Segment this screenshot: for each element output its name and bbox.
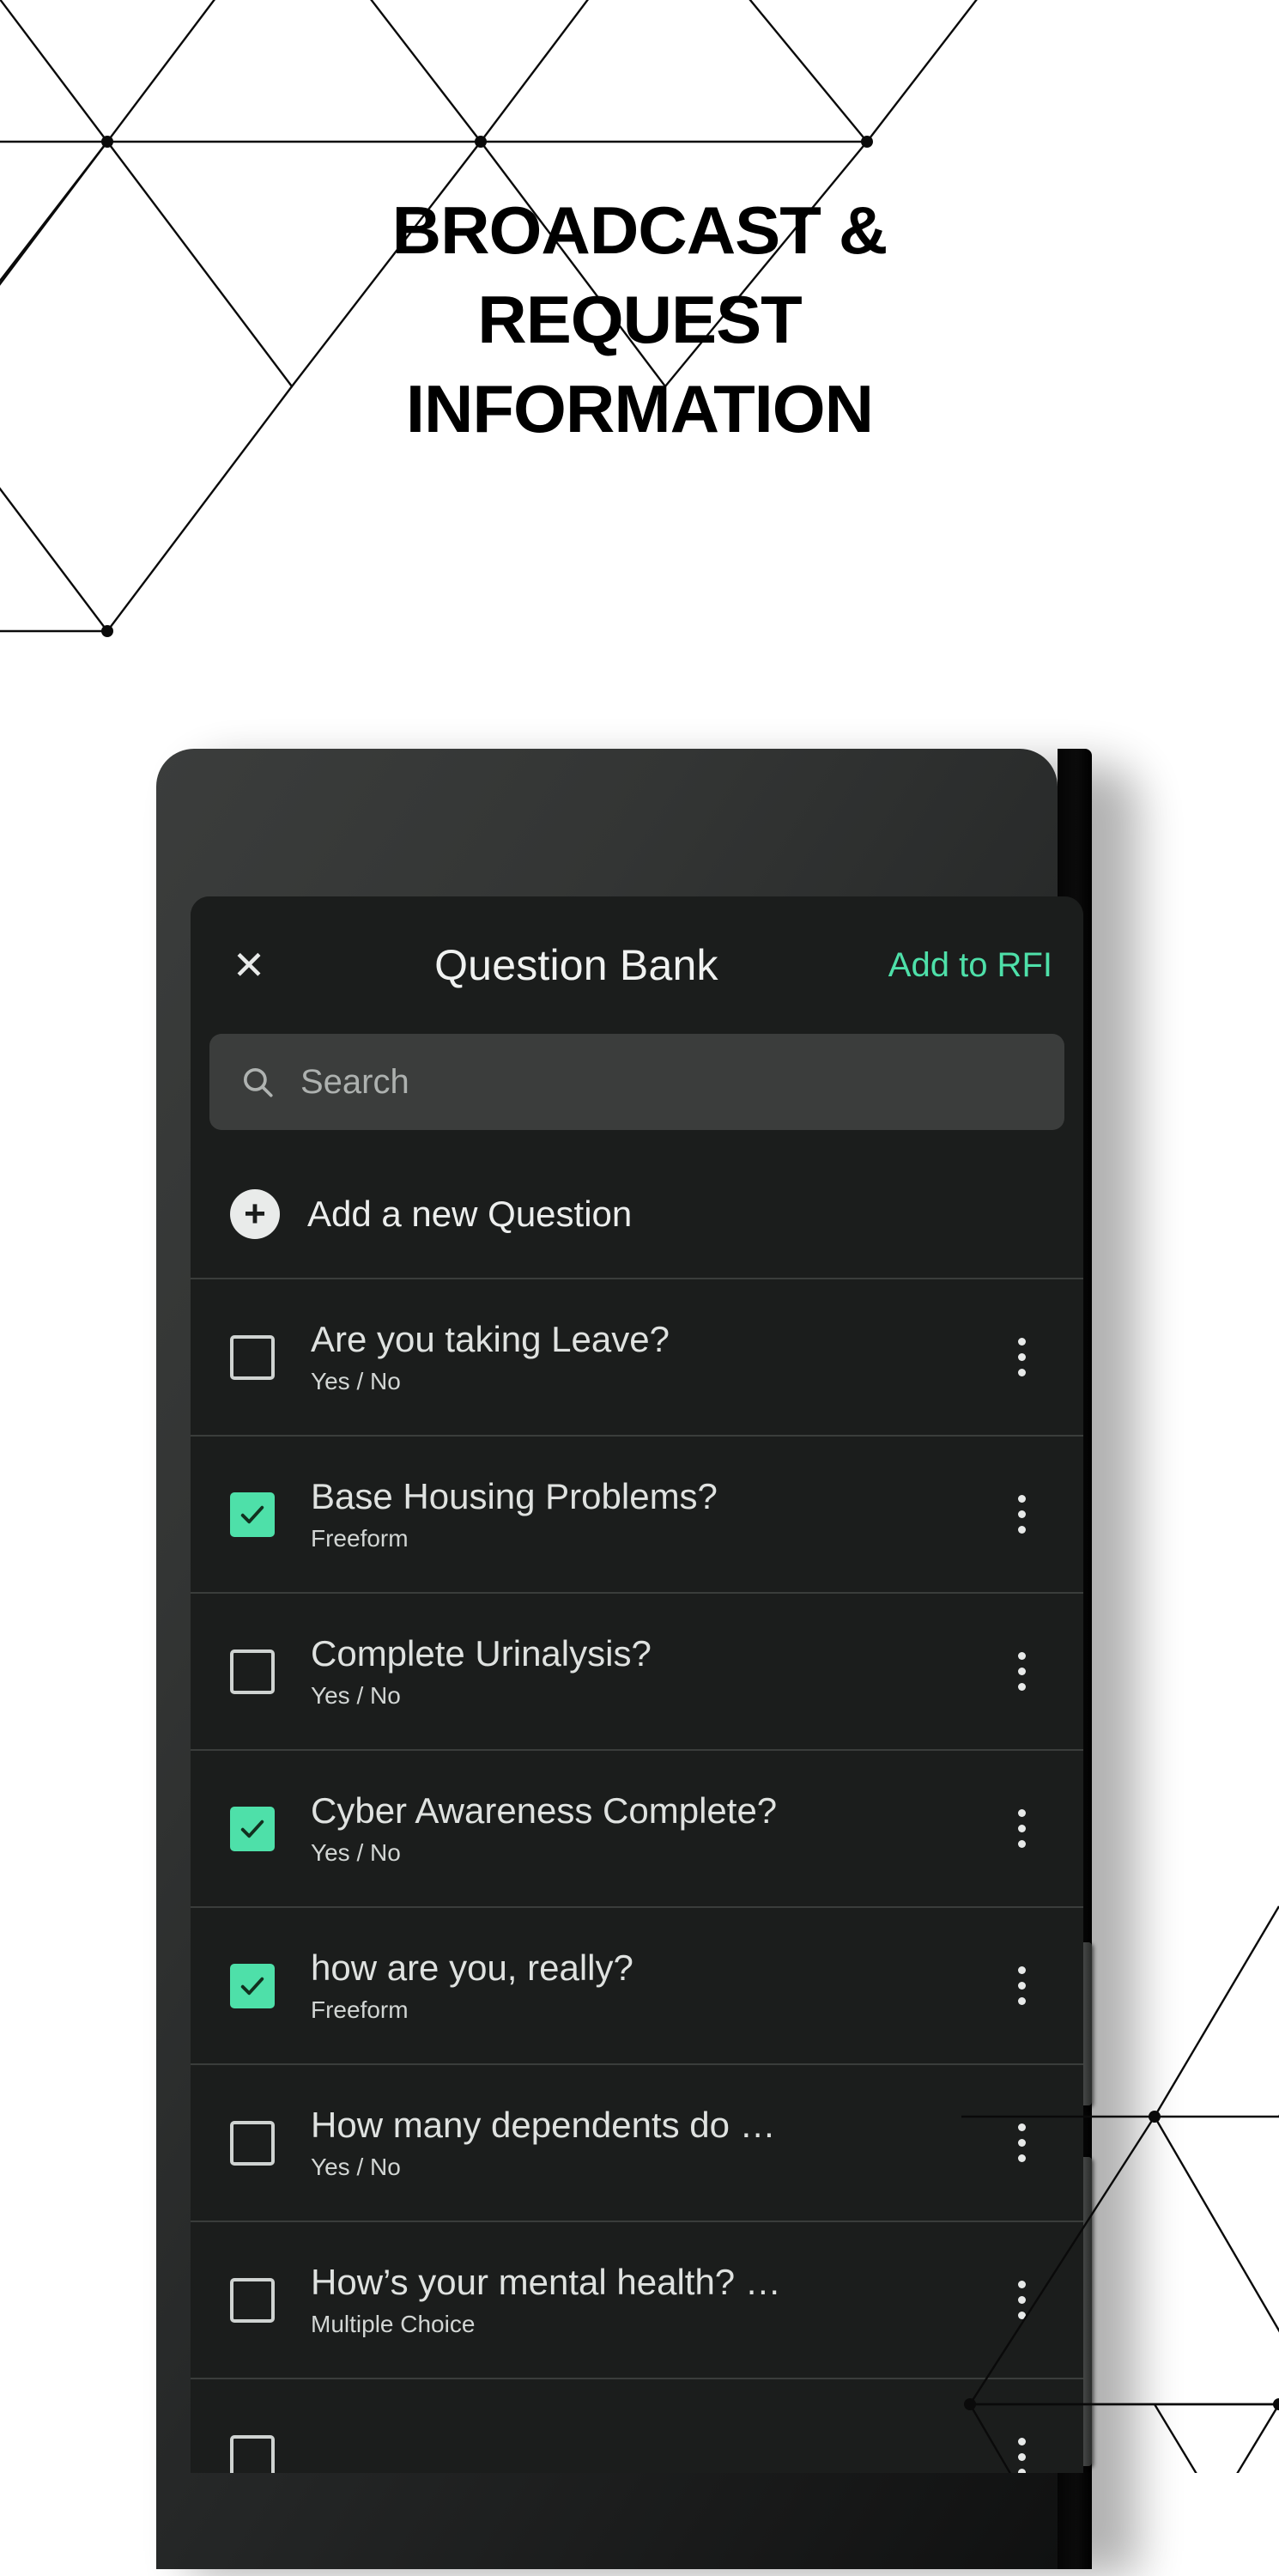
question-type: Freeform (311, 1996, 409, 2024)
question-title: Complete Urinalysis? (311, 1632, 652, 1674)
question-row[interactable]: Base Housing Problems? Freeform (191, 1437, 1083, 1594)
question-text: Are you taking Leave? Yes / No (311, 1319, 997, 1396)
app-screen: ✕ Question Bank Add to RFI + Add a new Q… (191, 896, 1083, 2473)
headline-line-1: BROADCAST & (391, 192, 888, 268)
question-row[interactable] (191, 2379, 1083, 2473)
checkbox-checked-icon[interactable] (230, 1492, 275, 1537)
overflow-menu-icon[interactable] (997, 1327, 1046, 1388)
question-type: Yes / No (311, 2154, 401, 2181)
question-text: Cyber Awareness Complete? Yes / No (311, 1790, 997, 1868)
question-row[interactable]: Cyber Awareness Complete? Yes / No (191, 1751, 1083, 1908)
search-section (191, 1034, 1083, 1151)
page-title: Question Bank (434, 941, 718, 989)
search-input[interactable] (299, 1061, 1035, 1103)
question-title: Base Housing Problems? (311, 1475, 718, 1516)
add-to-rfi-button[interactable]: Add to RFI (888, 946, 1052, 985)
checkbox-unchecked-icon[interactable] (230, 2434, 275, 2473)
question-type: Yes / No (311, 1368, 401, 1395)
question-row[interactable]: How many dependents do … Yes / No (191, 2065, 1083, 2222)
add-new-question-label: Add a new Question (307, 1194, 633, 1234)
checkbox-checked-icon[interactable] (230, 1963, 275, 2008)
question-text: Base Housing Problems? Freeform (311, 1476, 997, 1553)
search-box[interactable] (209, 1034, 1064, 1130)
app-bar: ✕ Question Bank Add to RFI (191, 896, 1083, 1034)
overflow-menu-icon[interactable] (997, 2270, 1046, 2330)
question-row[interactable]: How’s your mental health? … Multiple Choi… (191, 2222, 1083, 2379)
plus-circle-icon: + (230, 1189, 280, 1239)
overflow-menu-icon[interactable] (997, 1642, 1046, 1702)
question-text (311, 2453, 997, 2462)
page-headline: BROADCAST & REQUEST INFORMATION (0, 185, 1279, 453)
question-text: How’s your mental health? … Multiple Choi… (311, 2262, 997, 2339)
question-text: Complete Urinalysis? Yes / No (311, 1633, 997, 1710)
question-title: How’s your mental health? … (311, 2261, 781, 2302)
headline-line-2: REQUEST (477, 282, 802, 357)
overflow-menu-icon[interactable] (997, 1799, 1046, 1859)
add-new-question-row[interactable]: + Add a new Question (191, 1151, 1083, 1279)
question-row[interactable]: Complete Urinalysis? Yes / No (191, 1594, 1083, 1751)
search-icon (239, 1063, 276, 1101)
overflow-menu-icon[interactable] (997, 1956, 1046, 2016)
question-title: how are you, really? (311, 1947, 633, 1988)
overflow-menu-icon[interactable] (997, 1485, 1046, 1545)
checkbox-checked-icon[interactable] (230, 1806, 275, 1851)
question-type: Freeform (311, 1525, 409, 1552)
overflow-menu-icon[interactable] (997, 2113, 1046, 2173)
question-row[interactable]: how are you, really? Freeform (191, 1908, 1083, 2065)
question-title: How many dependents do … (311, 2104, 776, 2145)
checkbox-unchecked-icon[interactable] (230, 1649, 275, 1694)
question-title: Are you taking Leave? (311, 1318, 670, 1359)
question-text: how are you, really? Freeform (311, 1947, 997, 2025)
overflow-menu-icon[interactable] (997, 2427, 1046, 2473)
question-list: Are you taking Leave? Yes / No Base Housin… (191, 1279, 1083, 2473)
question-row[interactable]: Are you taking Leave? Yes / No (191, 1279, 1083, 1437)
question-type: Yes / No (311, 1839, 401, 1867)
question-type: Yes / No (311, 1682, 401, 1710)
checkbox-unchecked-icon[interactable] (230, 2120, 275, 2166)
question-text: How many dependents do … Yes / No (311, 2105, 997, 2182)
question-type: Multiple Choice (311, 2311, 476, 2338)
question-title: Cyber Awareness Complete? (311, 1789, 778, 1831)
headline-line-3: INFORMATION (405, 371, 874, 447)
checkbox-unchecked-icon[interactable] (230, 1334, 275, 1380)
checkbox-unchecked-icon[interactable] (230, 2277, 275, 2323)
